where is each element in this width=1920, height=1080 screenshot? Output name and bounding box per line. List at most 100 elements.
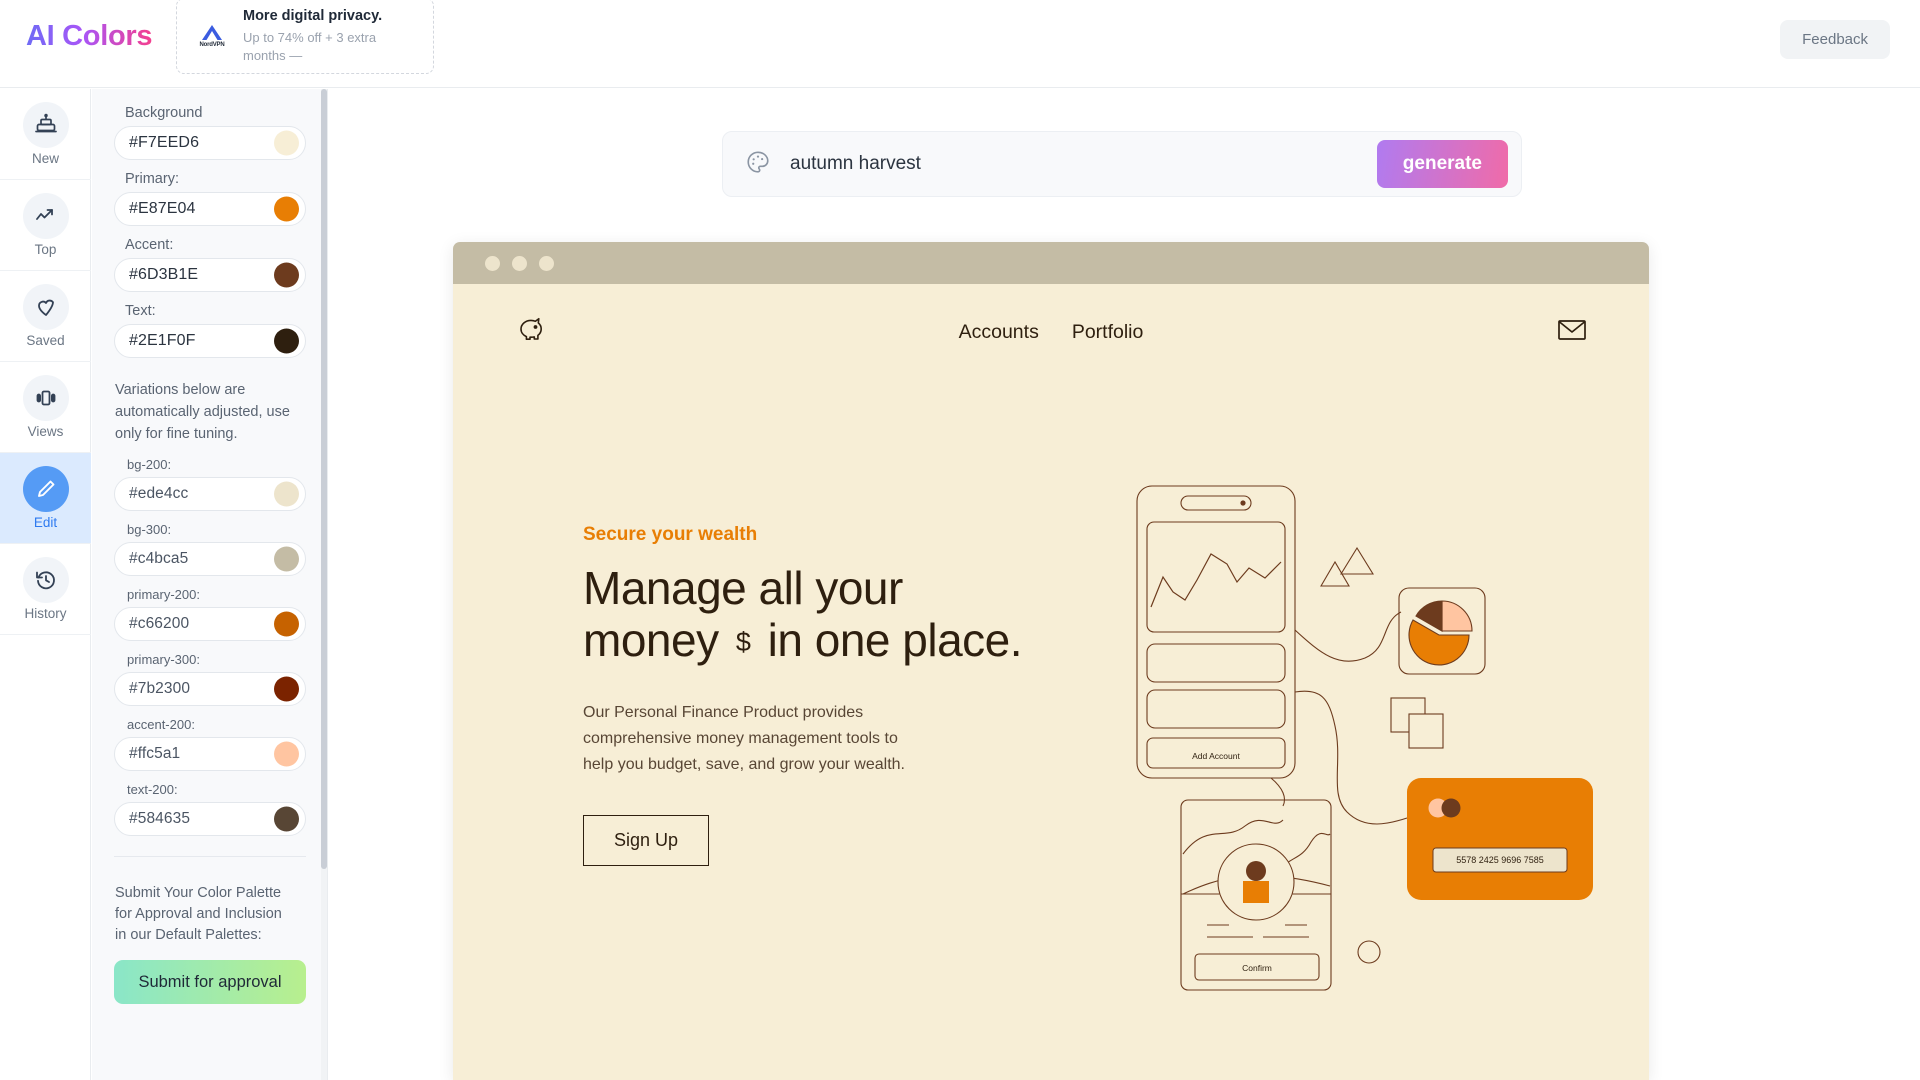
hero-paragraph: Our Personal Finance Product provides co… xyxy=(583,703,905,773)
color-value: #584635 xyxy=(129,810,191,828)
cake-icon xyxy=(22,102,69,148)
field-label: bg-200: xyxy=(127,457,172,473)
ad-title: More digital privacy. xyxy=(243,8,383,25)
field-label: primary-300: xyxy=(127,652,200,668)
sidebar-item-label: Edit xyxy=(33,515,58,530)
field-label: Background xyxy=(125,105,203,121)
feedback-button[interactable]: Feedback xyxy=(1780,20,1890,59)
color-value: #ffc5a1 xyxy=(129,745,181,763)
sidebar-scrollbar[interactable] xyxy=(321,89,327,1080)
bg200-color-swatch[interactable] xyxy=(274,481,299,507)
color-value: #c66200 xyxy=(129,615,190,633)
primary200-color-input[interactable]: #c66200 xyxy=(114,607,306,642)
envelope-icon[interactable] xyxy=(1557,318,1587,347)
bg300-color-input[interactable]: #c4bca5 xyxy=(114,542,306,577)
accent200-field-group: accent-200: #ffc5a1 xyxy=(114,717,306,772)
accent200-color-swatch[interactable] xyxy=(274,741,299,767)
bg200-field-group: bg-200: #ede4cc xyxy=(114,457,306,512)
primary200-field-group: primary-200: #c66200 xyxy=(114,587,306,642)
submit-note: Submit Your Color Palette for Approval a… xyxy=(115,885,282,944)
main-content: generate Accounts Portfolio xyxy=(329,89,1920,1080)
submit-for-approval-button[interactable]: Submit for approval xyxy=(114,960,306,1005)
generate-button[interactable]: generate xyxy=(1376,140,1508,188)
left-nav-rail: New Top Saved Views Edit History xyxy=(0,89,91,1080)
divider xyxy=(114,856,306,858)
sidebar-item-top[interactable]: Top xyxy=(0,180,91,271)
bg300-color-swatch[interactable] xyxy=(274,546,299,572)
bg200-color-input[interactable]: #ede4cc xyxy=(114,477,306,512)
sign-up-button[interactable]: Sign Up xyxy=(583,814,710,866)
primary-color-input[interactable]: #E87E04 xyxy=(114,192,306,226)
sidebar-item-edit[interactable]: Edit xyxy=(0,453,91,544)
preview-nav-links: Accounts Portfolio xyxy=(453,284,1649,380)
sidebar-item-label: Saved xyxy=(26,333,65,348)
background-color-input[interactable]: #F7EED6 xyxy=(114,126,306,160)
sidebar-item-label: Top xyxy=(34,242,57,257)
prompt-bar: generate xyxy=(722,131,1522,197)
sidebar-item-label: History xyxy=(24,606,67,621)
window-dot xyxy=(539,255,554,271)
text-color-input[interactable]: #2E1F0F xyxy=(114,324,306,358)
field-label: accent-200: xyxy=(127,717,195,733)
preview-hero: Secure your wealth Manage all your money… xyxy=(583,524,1103,866)
sidebar-item-saved[interactable]: Saved xyxy=(0,271,91,362)
app-logo: AI Colors xyxy=(26,20,153,52)
nav-link-accounts[interactable]: Accounts xyxy=(959,321,1039,344)
finance-illustration: 5578 2425 9696 7585 Add Account Confirm xyxy=(1133,482,1613,1027)
color-value: #E87E04 xyxy=(129,200,196,217)
nav-link-portfolio[interactable]: Portfolio xyxy=(1072,321,1144,344)
window-dot xyxy=(512,255,527,271)
background-color-swatch[interactable] xyxy=(274,130,299,156)
variations-note: Variations below are automatically adjus… xyxy=(115,382,290,442)
sidebar-item-label: Views xyxy=(27,424,64,439)
advertisement-card[interactable]: Ad NordVPN More digital privacy. Up to 7… xyxy=(176,0,434,74)
window-dot xyxy=(485,255,500,271)
accent-color-swatch[interactable] xyxy=(274,262,299,288)
clock-rotate-icon xyxy=(22,557,69,603)
pencil-icon xyxy=(22,466,69,512)
hero-title-line2a: money xyxy=(583,614,719,667)
background-field-group: Background #F7EED6 xyxy=(114,105,306,160)
accent-field-group: Accent: #6D3B1E xyxy=(114,237,306,292)
text200-color-input[interactable]: #584635 xyxy=(114,802,306,837)
field-label: Primary: xyxy=(125,171,179,187)
text-color-swatch[interactable] xyxy=(274,328,299,354)
nordvpn-logo-icon: NordVPN xyxy=(191,24,233,48)
color-editor-sidebar: Background #F7EED6 Primary: #E87E04 Acce… xyxy=(92,89,328,1080)
color-value: #F7EED6 xyxy=(129,134,200,151)
color-value: #2E1F0F xyxy=(129,332,196,349)
sidebar-item-views[interactable]: Views xyxy=(0,362,91,453)
sidebar-item-history[interactable]: History xyxy=(0,544,91,635)
sidebar-item-new[interactable]: New xyxy=(0,89,91,180)
primary-color-swatch[interactable] xyxy=(274,196,299,222)
palette-preview-window: Accounts Portfolio Secure your wealth Ma… xyxy=(453,242,1649,1080)
trending-up-icon xyxy=(22,193,69,239)
color-value: #6D3B1E xyxy=(129,266,199,283)
heart-icon xyxy=(22,284,69,330)
add-account-label: Add Account xyxy=(1192,751,1240,761)
accent200-color-input[interactable]: #ffc5a1 xyxy=(114,737,306,772)
color-value: #ede4cc xyxy=(129,485,189,503)
ad-brand-label: NordVPN xyxy=(199,42,225,48)
field-label: text-200: xyxy=(127,782,178,798)
color-value: #7b2300 xyxy=(129,680,191,698)
preview-page: Accounts Portfolio Secure your wealth Ma… xyxy=(453,284,1649,1080)
dollar-sign-icon: $ xyxy=(735,627,751,658)
bg300-field-group: bg-300: #c4bca5 xyxy=(114,522,306,577)
card-number-text: 5578 2425 9696 7585 xyxy=(1456,855,1544,865)
prompt-input[interactable] xyxy=(790,153,1377,175)
primary300-color-input[interactable]: #7b2300 xyxy=(114,672,306,707)
hero-title: Manage all your money $ in one place. xyxy=(583,562,1103,667)
text200-color-swatch[interactable] xyxy=(274,806,299,832)
primary200-color-swatch[interactable] xyxy=(274,611,299,637)
color-value: #c4bca5 xyxy=(129,550,189,568)
primary300-color-swatch[interactable] xyxy=(274,676,299,702)
accent-color-input[interactable]: #6D3B1E xyxy=(114,258,306,292)
preview-navbar: Accounts Portfolio xyxy=(453,284,1649,380)
text-field-group: Text: #2E1F0F xyxy=(114,303,306,358)
browser-chrome-bar xyxy=(453,242,1649,284)
hero-eyebrow: Secure your wealth xyxy=(583,524,758,545)
field-label: bg-300: xyxy=(127,522,172,538)
hero-title-line2b: in one place. xyxy=(767,614,1023,667)
text200-field-group: text-200: #584635 xyxy=(114,782,306,837)
